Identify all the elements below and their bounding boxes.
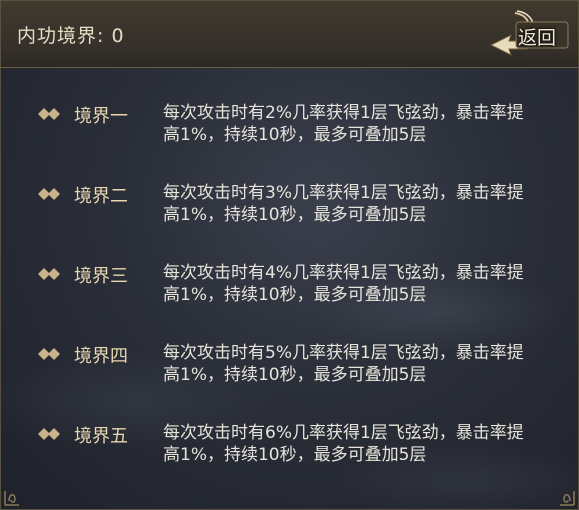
list-item: 境界五 每次攻击时有6%几率获得1层飞弦劲，暴击率提高1%，持续10秒，最多可叠… — [1, 417, 578, 477]
double-diamond-icon — [38, 268, 60, 280]
double-diamond-icon — [38, 188, 60, 200]
realm-description: 每次攻击时有5%几率获得1层飞弦劲，暴击率提高1%，持续10秒，最多可叠加5层 — [163, 343, 524, 385]
list-item: 境界二 每次攻击时有3%几率获得1层飞弦劲，暴击率提高1%，持续10秒，最多可叠… — [1, 177, 578, 257]
list-item: 境界三 每次攻击时有4%几率获得1层飞弦劲，暴击率提高1%，持续10秒，最多可叠… — [1, 257, 578, 337]
page-title: 内功境界: 0 — [17, 25, 125, 47]
realm-description: 每次攻击时有3%几率获得1层飞弦劲，暴击率提高1%，持续10秒，最多可叠加5层 — [163, 183, 524, 225]
realm-name: 境界五 — [74, 426, 128, 447]
realm-description: 每次攻击时有2%几率获得1层飞弦劲，暴击率提高1%，持续10秒，最多可叠加5层 — [163, 103, 524, 145]
list-item: 境界一 每次攻击时有2%几率获得1层飞弦劲，暴击率提高1%，持续10秒，最多可叠… — [1, 97, 578, 177]
realm-panel: 内功境界: 0 返回 境界一 每次攻击时有2%几率获得1层飞弦劲，暴击率提高1%… — [0, 0, 579, 510]
realm-name: 境界一 — [74, 106, 128, 127]
realm-name: 境界二 — [74, 186, 128, 207]
realm-description: 每次攻击时有4%几率获得1层飞弦劲，暴击率提高1%，持续10秒，最多可叠加5层 — [163, 263, 524, 305]
double-diamond-icon — [38, 428, 60, 440]
realm-name: 境界四 — [74, 346, 128, 367]
corner-ornament — [4, 491, 19, 506]
realm-list: 境界一 每次攻击时有2%几率获得1层飞弦劲，暴击率提高1%，持续10秒，最多可叠… — [1, 97, 578, 477]
corner-ornament — [560, 491, 575, 506]
realm-description: 每次攻击时有6%几率获得1层飞弦劲，暴击率提高1%，持续10秒，最多可叠加5层 — [163, 423, 524, 465]
back-label: 返回 — [518, 27, 557, 49]
list-item: 境界四 每次攻击时有5%几率获得1层飞弦劲，暴击率提高1%，持续10秒，最多可叠… — [1, 337, 578, 417]
back-button[interactable]: 返回 — [487, 9, 573, 61]
double-diamond-icon — [38, 108, 60, 120]
header-bar: 内功境界: 0 返回 — [1, 1, 578, 68]
realm-name: 境界三 — [74, 266, 128, 287]
double-diamond-icon — [38, 348, 60, 360]
